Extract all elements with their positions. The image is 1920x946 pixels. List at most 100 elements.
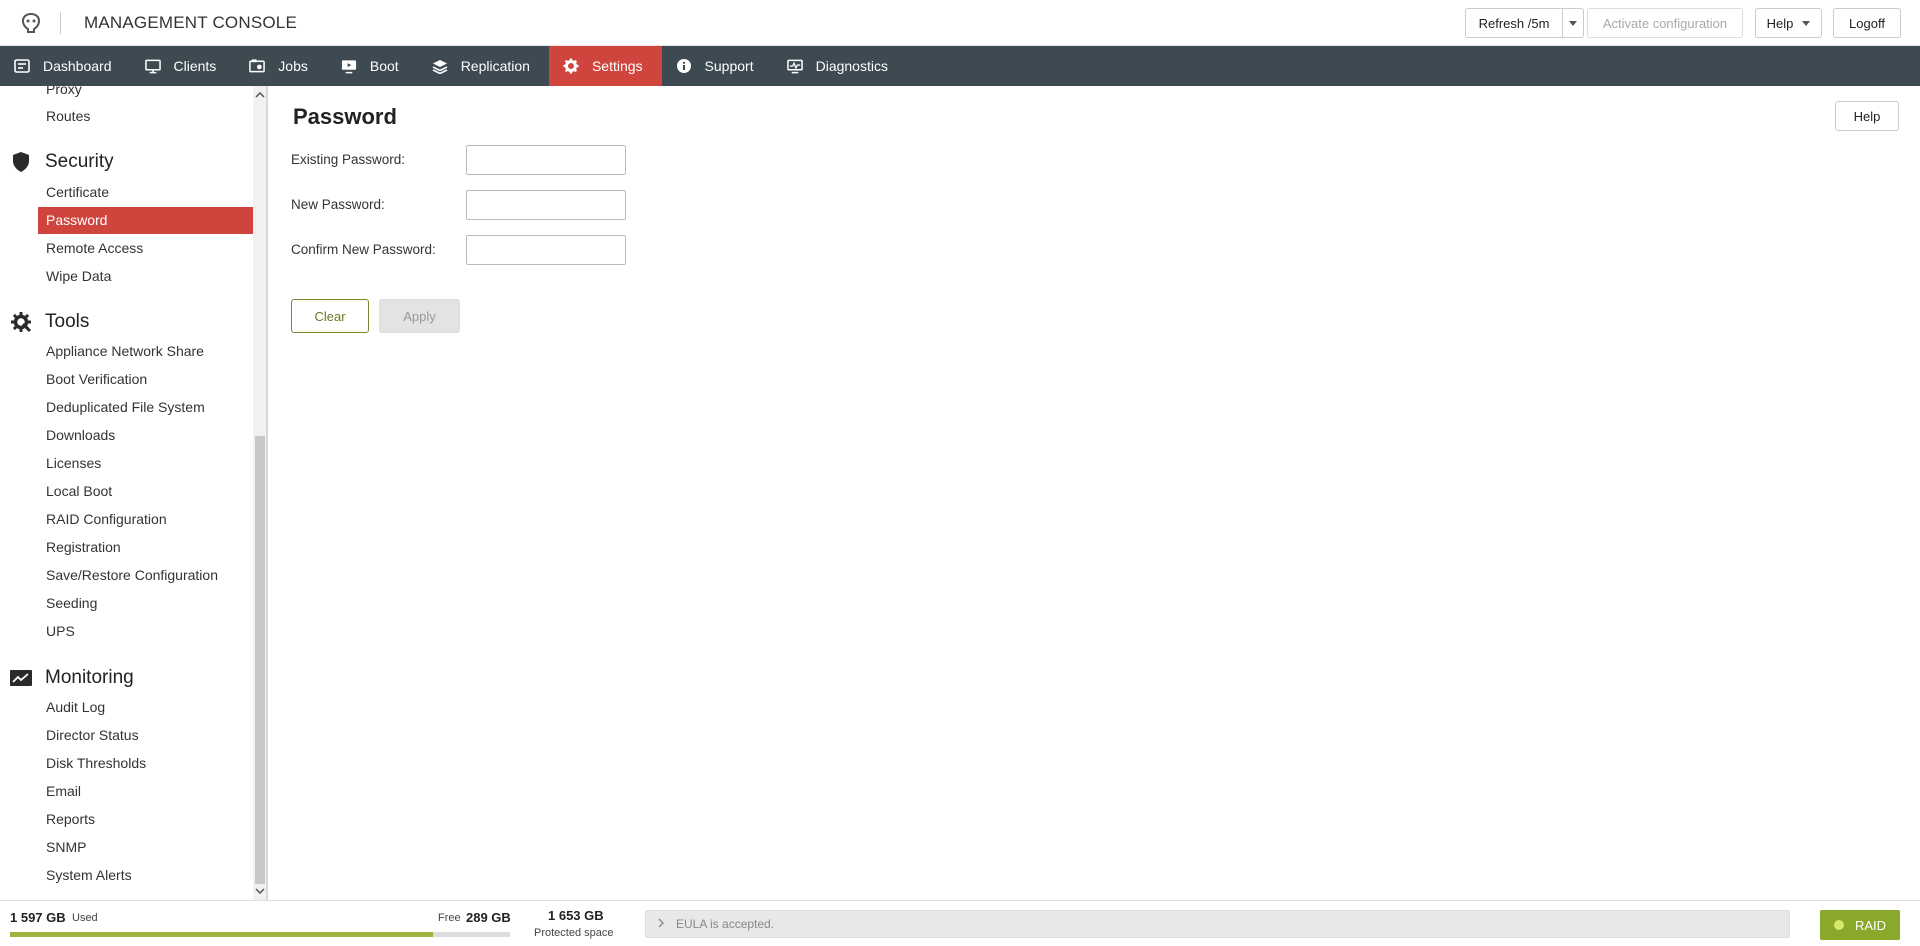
storage-usage-bar <box>10 932 510 937</box>
new-password-label: New Password: <box>291 197 385 212</box>
free-space-value: 289 GB <box>466 910 511 925</box>
sidebar-item-snmp[interactable]: SNMP <box>38 834 253 861</box>
monitor-icon <box>144 58 161 74</box>
page-help-button[interactable]: Help <box>1835 101 1899 131</box>
sidebar-item-proxy[interactable]: Proxy <box>38 86 253 103</box>
header-bar: MANAGEMENT CONSOLE Refresh /5m Activate … <box>0 0 1920 46</box>
sidebar-item-disk-thresholds[interactable]: Disk Thresholds <box>38 750 253 777</box>
sidebar-item-email[interactable]: Email <box>38 778 253 805</box>
existing-password-field[interactable] <box>466 145 626 175</box>
sidebar-section-title: Monitoring <box>45 667 134 688</box>
sidebar-item-system-alerts[interactable]: System Alerts <box>38 862 253 889</box>
main-content: Password Help Existing Password: New Pas… <box>270 86 1920 900</box>
apply-button[interactable]: Apply <box>379 299 460 333</box>
sidebar-section-security: Security <box>10 148 114 176</box>
sidebar-item-certificate[interactable]: Certificate <box>38 179 253 206</box>
boot-icon <box>341 58 357 74</box>
storage-usage-fill <box>10 932 434 937</box>
sidebar-item-wipe-data[interactable]: Wipe Data <box>38 263 253 290</box>
sidebar-item-appliance-network-share[interactable]: Appliance Network Share <box>38 338 253 365</box>
nav-replication-label: Replication <box>460 58 530 74</box>
refresh-button-label: Refresh /5m <box>1478 15 1550 31</box>
confirm-new-password-field[interactable] <box>466 235 626 265</box>
sidebar-item-registration[interactable]: Registration <box>38 534 253 561</box>
clear-button[interactable]: Clear <box>291 299 369 333</box>
logoff-label: Logoff <box>1849 15 1885 31</box>
used-space-value: 1 597 GB <box>10 910 66 925</box>
sidebar-section-title: Security <box>45 151 114 172</box>
help-menu-button[interactable]: Help <box>1755 8 1822 38</box>
info-icon <box>676 58 692 74</box>
status-footer: 1 597 GB Used Free 289 GB 1 653 GB Prote… <box>0 900 1920 946</box>
sidebar-item-downloads[interactable]: Downloads <box>38 422 253 449</box>
nav-clients[interactable]: Clients <box>131 46 236 86</box>
sidebar-item-raid-configuration[interactable]: RAID Configuration <box>38 506 253 533</box>
chevron-right-icon <box>658 917 664 931</box>
nav-support-label: Support <box>704 58 754 74</box>
chevron-down-icon <box>1569 20 1577 26</box>
sidebar-item-deduplicated-file-system[interactable]: Deduplicated File System <box>38 394 253 421</box>
status-dot-icon <box>1833 920 1844 930</box>
refresh-dropdown-toggle[interactable] <box>1562 8 1584 38</box>
scroll-down-arrow-icon[interactable] <box>253 884 266 898</box>
nav-support[interactable]: Support <box>662 46 773 86</box>
sidebar-item-password[interactable]: Password <box>38 207 253 234</box>
nav-boot-label: Boot <box>369 58 399 74</box>
activate-configuration-button[interactable]: Activate configuration <box>1587 8 1743 38</box>
sidebar-section-title: Tools <box>45 311 90 332</box>
sidebar-item-remote-access[interactable]: Remote Access <box>38 235 253 262</box>
protected-space-label: Protected space <box>534 927 614 939</box>
sidebar-item-routes[interactable]: Routes <box>38 103 253 130</box>
chart-line-icon <box>10 667 32 689</box>
main-nav: Dashboard Clients Jobs Boot Replication … <box>0 46 1920 86</box>
dashboard-icon <box>14 58 30 74</box>
eula-status-bar[interactable]: EULA is accepted. <box>645 910 1790 938</box>
nav-jobs[interactable]: Jobs <box>235 46 327 86</box>
raid-status-badge[interactable]: RAID <box>1820 910 1900 940</box>
existing-password-label: Existing Password: <box>291 152 406 167</box>
jobs-icon <box>249 58 266 74</box>
sidebar-item-local-boot[interactable]: Local Boot <box>38 478 253 505</box>
refresh-button[interactable]: Refresh /5m <box>1465 8 1562 38</box>
sidebar-item-audit-log[interactable]: Audit Log <box>38 694 253 721</box>
confirm-new-password-label: Confirm New Password: <box>291 242 436 257</box>
page-title: Password <box>293 104 397 129</box>
raid-status-label: RAID <box>1854 917 1887 933</box>
nav-clients-label: Clients <box>173 58 217 74</box>
shield-icon <box>10 151 32 173</box>
nav-settings-label: Settings <box>591 58 643 74</box>
logoff-button[interactable]: Logoff <box>1833 8 1901 38</box>
new-password-field[interactable] <box>466 190 626 220</box>
activate-configuration-label: Activate configuration <box>1602 15 1728 31</box>
nav-dashboard-label: Dashboard <box>43 58 112 74</box>
sidebar-scrollbar[interactable] <box>253 86 266 900</box>
nav-dashboard[interactable]: Dashboard <box>0 46 131 86</box>
sidebar-item-director-status[interactable]: Director Status <box>38 722 253 749</box>
nav-boot[interactable]: Boot <box>327 46 418 86</box>
scroll-up-arrow-icon[interactable] <box>253 88 266 102</box>
nav-replication[interactable]: Replication <box>418 46 549 86</box>
sidebar-scrollbar-thumb[interactable] <box>255 436 265 884</box>
sidebar-item-ups[interactable]: UPS <box>38 618 253 645</box>
sidebar-item-reports[interactable]: Reports <box>38 806 253 833</box>
layers-icon <box>432 58 448 74</box>
nav-settings[interactable]: Settings <box>548 46 662 86</box>
used-space-label: Used <box>72 912 98 924</box>
sidebar-item-save-restore-configuration[interactable]: Save/Restore Configuration <box>38 562 253 589</box>
sidebar-item-seeding[interactable]: Seeding <box>38 590 253 617</box>
gear-icon <box>563 58 579 74</box>
sidebar-item-licenses[interactable]: Licenses <box>38 450 253 477</box>
nav-diagnostics[interactable]: Diagnostics <box>773 46 907 86</box>
protected-space-value: 1 653 GB <box>548 908 604 923</box>
settings-sidebar: Proxy Routes Security Certificate Passwo… <box>0 86 268 900</box>
tools-gear-icon <box>10 311 32 333</box>
header-divider <box>60 12 61 34</box>
sidebar-section-tools: Tools <box>10 308 89 336</box>
nav-diagnostics-label: Diagnostics <box>815 58 888 74</box>
free-space-label: Free <box>438 912 461 924</box>
nav-jobs-label: Jobs <box>278 58 308 74</box>
diagnostics-icon <box>786 58 803 74</box>
sidebar-item-boot-verification[interactable]: Boot Verification <box>38 366 253 393</box>
brand-logo-icon <box>20 12 42 34</box>
eula-status-text: EULA is accepted. <box>676 917 775 931</box>
